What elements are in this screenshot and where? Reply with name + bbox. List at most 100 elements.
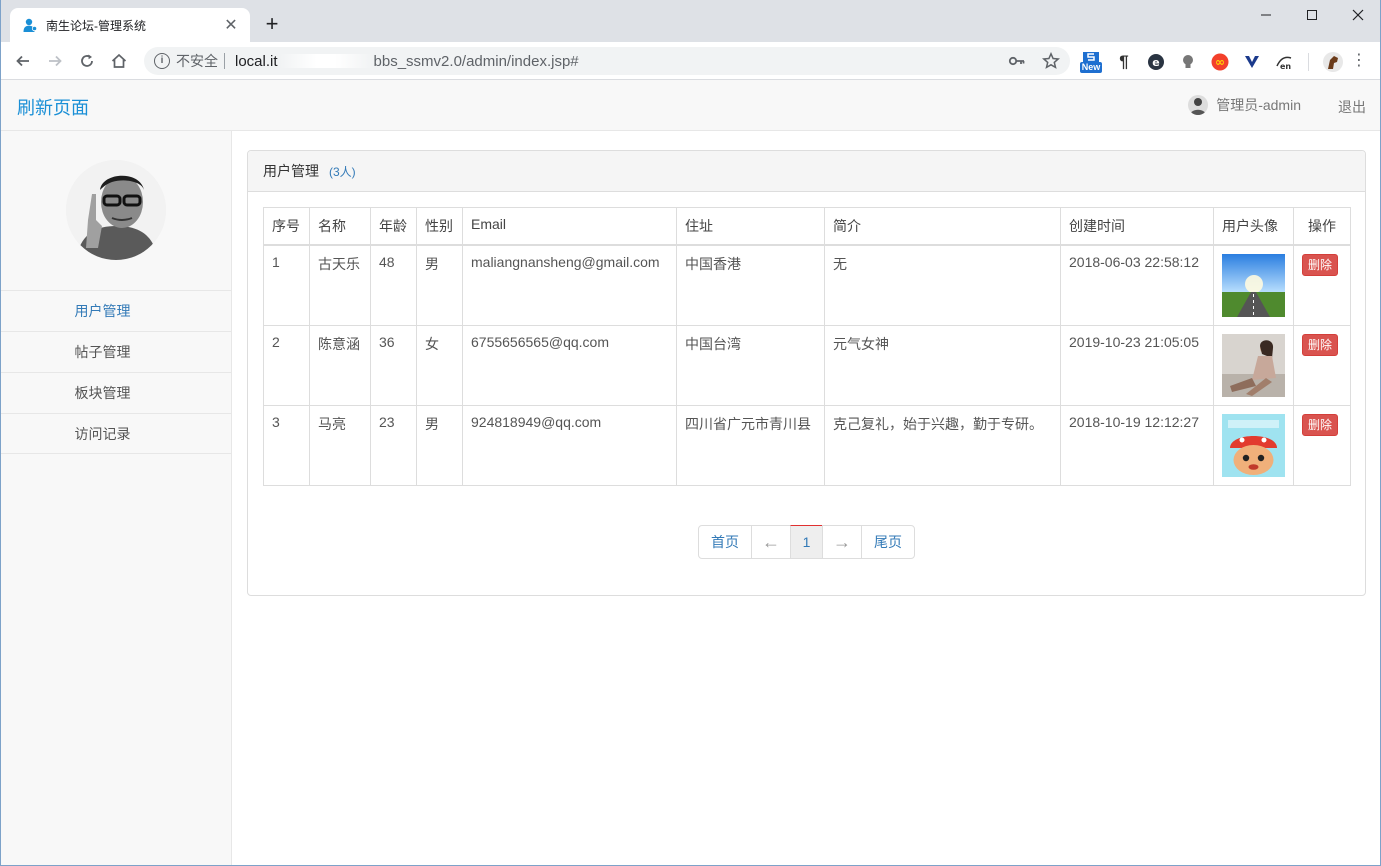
cell-index: 2: [263, 325, 310, 406]
col-header-bio: 简介: [824, 207, 1061, 246]
window-controls: [1243, 0, 1381, 32]
user-icon: [23, 18, 38, 32]
bulb-icon: [1183, 55, 1193, 68]
new-tab-button[interactable]: +: [260, 12, 284, 36]
forward-button[interactable]: [42, 48, 68, 74]
table-row: 1 古天乐 48 男 maliangnansheng@gmail.com 中国香…: [263, 244, 1351, 326]
delete-button[interactable]: 删除: [1302, 414, 1339, 436]
maximize-button[interactable]: [1289, 0, 1335, 30]
sidebar-item-post-management[interactable]: 帖子管理: [0, 331, 231, 372]
delete-button[interactable]: 删除: [1302, 254, 1339, 276]
logout-link[interactable]: 退出: [1338, 97, 1366, 117]
close-icon: [1352, 9, 1364, 21]
sidebar-item-visit-records[interactable]: 访问记录: [0, 413, 231, 454]
page-current[interactable]: 1: [790, 525, 823, 559]
sidebar-item-board-management[interactable]: 板块管理: [0, 372, 231, 413]
address-separator: [224, 53, 225, 69]
page-prev[interactable]: ←: [751, 525, 791, 559]
close-window-button[interactable]: [1335, 0, 1381, 30]
toolbar-separator: [1308, 53, 1309, 71]
ext-e-icon[interactable]: e: [1144, 51, 1168, 73]
tab-close-icon[interactable]: ✕: [222, 15, 240, 35]
cell-index: 3: [263, 405, 310, 486]
home-icon: [111, 53, 127, 68]
cell-created: 2019-10-23 21:05:05: [1060, 325, 1214, 406]
url-path: bbs_ssmv2.0/admin/index.jsp#: [373, 52, 579, 70]
cell-gender: 男: [416, 244, 463, 326]
user-avatar-woman: [1222, 334, 1285, 397]
url-host: local.it: [235, 52, 278, 70]
user-avatar-cartoon: [1222, 414, 1285, 477]
browser-toolbar: i 不安全 local.it bbs_ssmv2.0/admin/index.j…: [0, 42, 1381, 80]
cell-age: 23: [370, 405, 417, 486]
profile-icon[interactable]: [1321, 51, 1345, 73]
cell-created: 2018-06-03 22:58:12: [1060, 244, 1214, 326]
lightbulb-icon[interactable]: [1176, 51, 1200, 73]
cell-email: maliangnansheng@gmail.com: [462, 244, 677, 326]
col-header-index: 序号: [263, 207, 310, 246]
arrow-left-icon: [16, 55, 29, 67]
back-button[interactable]: [10, 48, 36, 74]
cell-age: 36: [370, 325, 417, 406]
svg-text:∞: ∞: [1215, 55, 1225, 69]
browser-menu-icon[interactable]: ⋮: [1351, 52, 1367, 70]
cell-email: 6755656565@qq.com: [462, 325, 677, 406]
profile-avatar: [66, 160, 166, 260]
home-button[interactable]: [106, 48, 132, 74]
address-actions: [1008, 52, 1060, 70]
col-header-created: 创建时间: [1060, 207, 1214, 246]
ext-new-icon[interactable]: New: [1078, 51, 1104, 73]
admin-avatar: [1188, 95, 1209, 115]
page-last[interactable]: 尾页: [861, 525, 915, 559]
ext-new-badge: New: [1079, 61, 1103, 73]
cell-bio: 元气女神: [824, 325, 1061, 406]
ext-s-icon: [1083, 51, 1099, 62]
cell-address: 中国香港: [676, 244, 825, 326]
svg-text:e: e: [1152, 56, 1159, 69]
col-header-email: Email: [462, 207, 677, 246]
sidebar-item-user-management[interactable]: 用户管理: [0, 290, 231, 331]
col-header-avatar: 用户头像: [1213, 207, 1294, 246]
browser-tab[interactable]: 南生论坛-管理系统 ✕: [10, 8, 250, 42]
delete-button[interactable]: 删除: [1302, 334, 1339, 356]
ext-en-icon[interactable]: en: [1272, 51, 1296, 73]
url-redacted: [279, 54, 372, 68]
cell-address: 中国台湾: [676, 325, 825, 406]
ext-v-icon[interactable]: [1240, 51, 1264, 73]
infinity-icon: ∞: [1211, 53, 1229, 71]
star-icon[interactable]: [1042, 52, 1060, 70]
reload-button[interactable]: [74, 48, 100, 74]
user-count-badge: (3人): [329, 164, 356, 179]
cell-age: 48: [370, 244, 417, 326]
col-header-age: 年龄: [370, 207, 417, 246]
refresh-page-link[interactable]: 刷新页面: [17, 94, 89, 120]
panel-heading: 用户管理 (3人): [248, 151, 1365, 192]
col-header-gender: 性别: [416, 207, 463, 246]
pilcrow-icon[interactable]: ¶: [1112, 51, 1136, 73]
table-header-row: 序号 名称 年龄 性别 Email 住址 简介 创建时间 用户头像 操作: [263, 207, 1351, 246]
maximize-icon: [1307, 10, 1317, 20]
cell-action: 删除: [1293, 405, 1351, 486]
horse-avatar-icon: [1323, 52, 1343, 72]
info-icon[interactable]: i: [154, 53, 170, 69]
cell-avatar: [1213, 325, 1294, 406]
col-header-name: 名称: [309, 207, 371, 246]
page-next[interactable]: →: [822, 525, 862, 559]
app-header: 刷新页面 管理员-admin 退出: [0, 80, 1381, 131]
page-first[interactable]: 首页: [698, 525, 752, 559]
cell-index: 1: [263, 244, 310, 326]
tab-title: 南生论坛-管理系统: [46, 18, 146, 33]
address-bar[interactable]: i 不安全 local.it bbs_ssmv2.0/admin/index.j…: [144, 47, 1070, 75]
user-management-panel: 用户管理 (3人) 序号 名称 年龄 性别 Email 住址 简介 创建时间 用…: [247, 150, 1366, 596]
col-header-address: 住址: [676, 207, 825, 246]
cell-action: 删除: [1293, 244, 1351, 326]
minimize-button[interactable]: [1243, 0, 1289, 30]
key-icon[interactable]: [1008, 52, 1026, 70]
ext-infinity-icon[interactable]: ∞: [1208, 51, 1232, 73]
svg-text:en: en: [1280, 62, 1291, 71]
admin-info: 管理员-admin: [1188, 95, 1301, 115]
browser-tab-bar: 南生论坛-管理系统 ✕ +: [0, 0, 1381, 42]
cell-address: 四川省广元市青川县: [676, 405, 825, 486]
admin-name: 管理员-admin: [1216, 97, 1301, 113]
cell-name: 古天乐: [309, 244, 371, 326]
